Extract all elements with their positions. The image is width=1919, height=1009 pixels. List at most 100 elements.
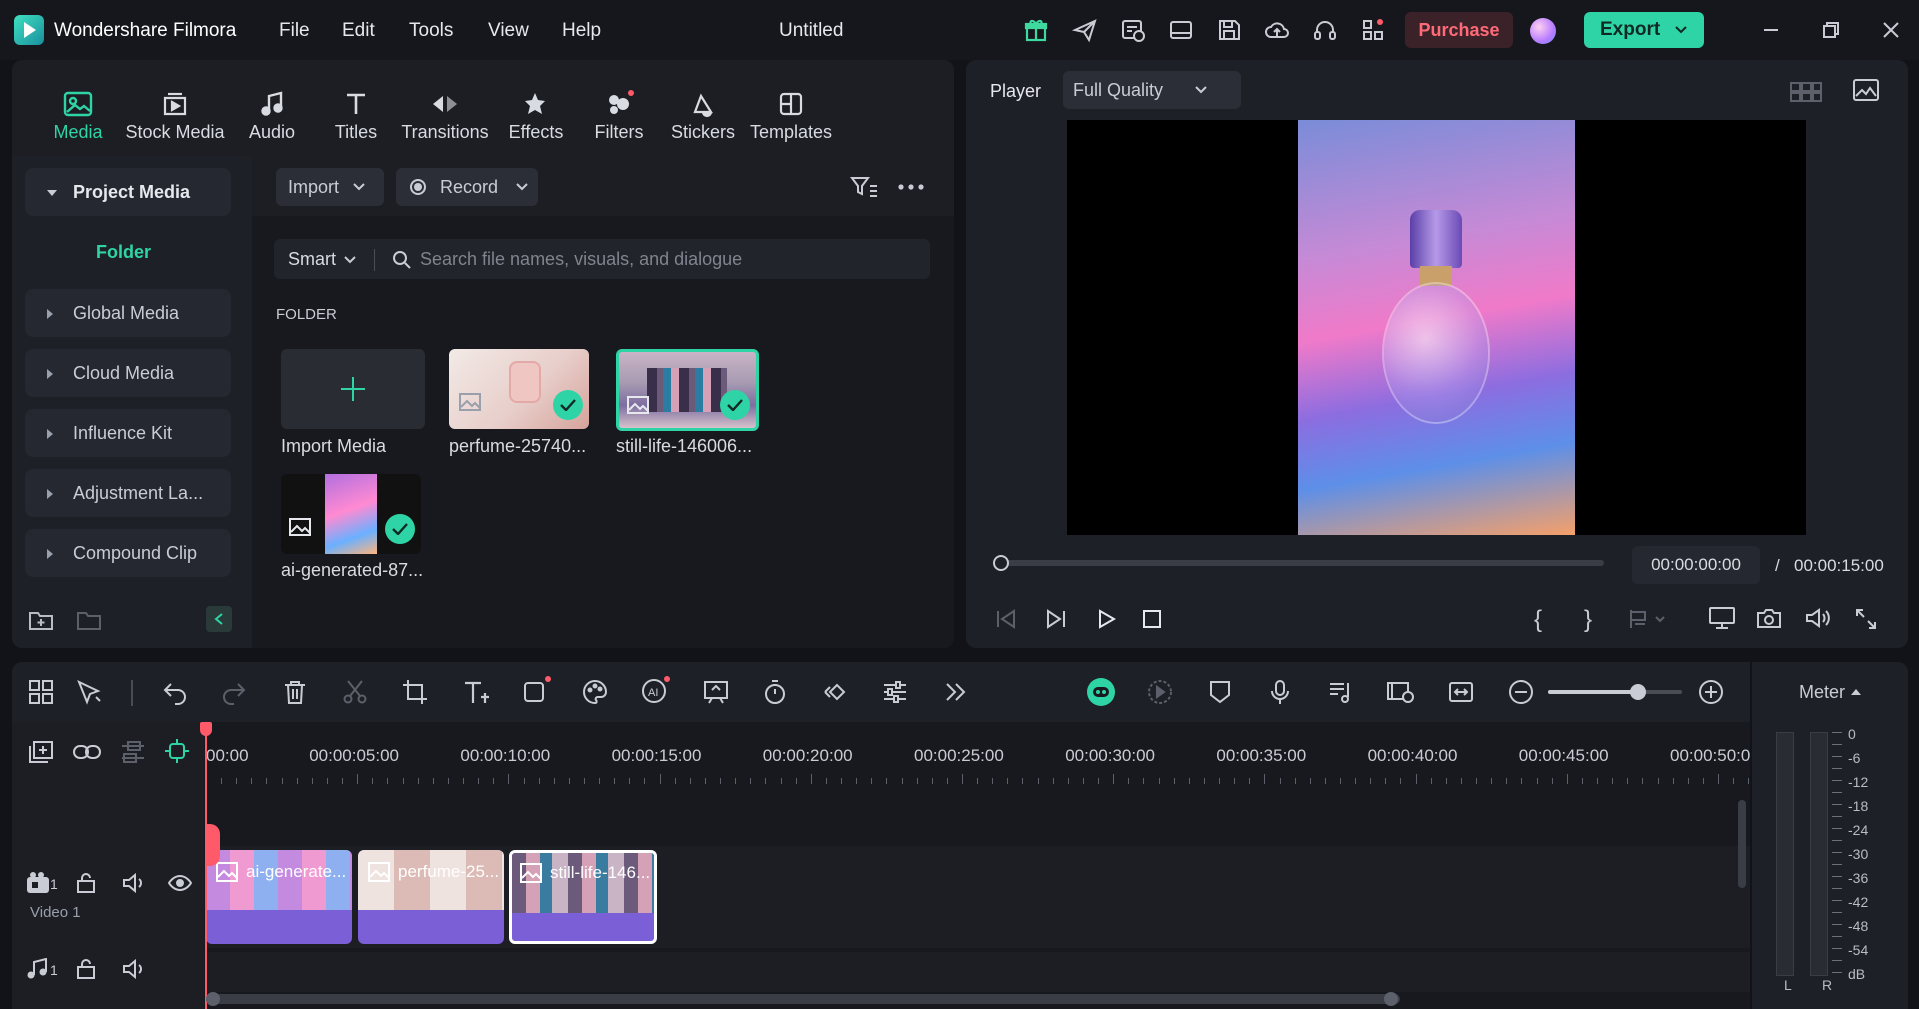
sidebar-item-global-media[interactable]: Global Media — [25, 289, 231, 337]
play-icon[interactable] — [1094, 607, 1118, 631]
avatar[interactable] — [1530, 18, 1556, 44]
playhead-line[interactable] — [205, 726, 207, 1009]
add-track-icon[interactable] — [28, 740, 54, 764]
marker-options-icon[interactable] — [1628, 608, 1668, 630]
cloud-upload-icon[interactable] — [1263, 16, 1291, 44]
previous-frame-icon[interactable] — [994, 607, 1018, 631]
menu-edit[interactable]: Edit — [342, 20, 375, 42]
playhead-handle[interactable] — [200, 722, 212, 736]
select-cursor-icon[interactable] — [76, 679, 104, 705]
close-icon[interactable] — [1877, 16, 1905, 44]
grid-view-icon[interactable] — [1790, 80, 1822, 102]
tab-titles[interactable]: Titles — [326, 86, 386, 143]
ai-assistant-icon[interactable] — [1086, 677, 1116, 707]
auto-reframe-icon[interactable] — [1386, 679, 1416, 705]
sidebar-item-project-media[interactable]: Project Media — [25, 168, 231, 216]
collapse-sidebar-button[interactable] — [206, 606, 232, 632]
apps-grid-icon[interactable] — [1359, 16, 1387, 44]
playback-scrubber[interactable] — [1000, 560, 1604, 566]
menu-tools[interactable]: Tools — [409, 20, 453, 42]
horizontal-scrollbar[interactable] — [210, 994, 1400, 1004]
tab-stock-media[interactable]: Stock Media — [122, 86, 228, 143]
lock-icon[interactable] — [76, 958, 96, 980]
fullscreen-icon[interactable] — [1854, 607, 1878, 631]
menu-view[interactable]: View — [488, 20, 529, 42]
ai-tools-icon[interactable]: AI — [640, 675, 672, 705]
sidebar-item-compound-clip[interactable]: Compound Clip — [25, 529, 231, 577]
snap-magnet-icon[interactable] — [164, 738, 190, 764]
scrubber-handle[interactable] — [993, 555, 1009, 571]
zoom-out-icon[interactable] — [1508, 679, 1534, 705]
quality-dropdown[interactable]: Full Quality — [1063, 71, 1241, 109]
minimize-icon[interactable] — [1757, 16, 1785, 44]
scrollbar-left-handle[interactable] — [206, 992, 220, 1006]
image-view-icon[interactable] — [1852, 78, 1880, 104]
mark-out-icon[interactable]: } — [1584, 606, 1592, 634]
sidebar-item-adjustment-layer[interactable]: Adjustment La... — [25, 469, 231, 517]
chevron-down-icon[interactable] — [1674, 25, 1688, 35]
timeline-clip-still-life[interactable]: still-life-146... — [509, 850, 657, 944]
microphone-icon[interactable] — [1268, 679, 1292, 705]
track-settings-icon[interactable] — [120, 740, 146, 764]
timeline-clip-perfume[interactable]: perfume-25... — [358, 850, 504, 944]
tab-audio[interactable]: Audio — [242, 86, 302, 143]
color-palette-icon[interactable] — [582, 679, 608, 705]
redo-icon[interactable] — [221, 679, 247, 705]
search-input[interactable] — [420, 243, 920, 275]
sidebar-item-cloud-media[interactable]: Cloud Media — [25, 349, 231, 397]
layout-grid-icon[interactable] — [28, 679, 54, 705]
eye-icon[interactable] — [168, 874, 192, 892]
send-icon[interactable] — [1071, 16, 1099, 44]
render-preview-icon[interactable] — [1147, 679, 1173, 705]
import-media-tile[interactable] — [281, 349, 425, 429]
mark-in-icon[interactable]: { — [1534, 606, 1542, 634]
stabilize-icon[interactable] — [702, 679, 730, 705]
marker-shield-icon[interactable] — [1208, 679, 1232, 705]
headset-icon[interactable] — [1311, 16, 1339, 44]
snapshot-camera-icon[interactable] — [1756, 606, 1782, 630]
menu-file[interactable]: File — [279, 20, 310, 42]
undo-icon[interactable] — [162, 679, 188, 705]
tab-filters[interactable]: Filters — [589, 86, 649, 143]
audio-mix-icon[interactable] — [1328, 679, 1354, 705]
history-icon[interactable] — [1119, 16, 1147, 44]
folder-icon[interactable] — [76, 608, 102, 632]
tab-media[interactable]: Media — [44, 86, 112, 143]
export-button[interactable]: Export — [1584, 12, 1704, 48]
restore-icon[interactable] — [1817, 16, 1845, 44]
crop-icon[interactable] — [402, 679, 428, 705]
more-options-icon[interactable] — [898, 184, 924, 190]
new-folder-icon[interactable] — [28, 608, 54, 632]
stop-icon[interactable] — [1142, 609, 1162, 629]
fit-to-screen-icon[interactable] — [1448, 679, 1474, 705]
zoom-in-icon[interactable] — [1698, 679, 1724, 705]
import-dropdown[interactable]: Import — [276, 168, 384, 206]
lock-icon[interactable] — [76, 872, 96, 894]
smart-dropdown[interactable]: Smart — [288, 249, 356, 270]
adjust-sliders-icon[interactable] — [882, 679, 908, 705]
current-time[interactable]: 00:00:00:00 — [1632, 546, 1760, 584]
next-frame-icon[interactable] — [1044, 607, 1068, 631]
menu-help[interactable]: Help — [562, 20, 601, 42]
sidebar-item-folder[interactable]: Folder — [96, 242, 151, 263]
zoom-slider-handle[interactable] — [1629, 684, 1646, 700]
sidebar-item-influence-kit[interactable]: Influence Kit — [25, 409, 231, 457]
save-icon[interactable] — [1215, 16, 1243, 44]
layout-icon[interactable] — [1167, 16, 1195, 44]
record-dropdown[interactable]: Record — [396, 168, 538, 206]
vertical-scrollbar[interactable] — [1738, 800, 1746, 888]
text-icon[interactable] — [462, 679, 492, 705]
shape-mask-icon[interactable] — [522, 675, 552, 705]
keyframe-icon[interactable] — [822, 679, 850, 705]
gift-icon[interactable] — [1022, 16, 1050, 44]
timeline-clip-ai-generated[interactable]: ai-generate... — [206, 850, 352, 944]
tab-stickers[interactable]: Stickers — [670, 86, 736, 143]
scissors-icon[interactable] — [342, 679, 368, 705]
filter-sort-icon[interactable] — [850, 174, 878, 200]
tab-transitions[interactable]: Transitions — [398, 86, 492, 143]
volume-icon[interactable] — [1804, 606, 1832, 630]
delete-icon[interactable] — [282, 679, 308, 705]
speaker-icon[interactable] — [122, 958, 146, 980]
scrollbar-right-handle[interactable] — [1384, 992, 1398, 1006]
tab-effects[interactable]: Effects — [506, 86, 566, 143]
